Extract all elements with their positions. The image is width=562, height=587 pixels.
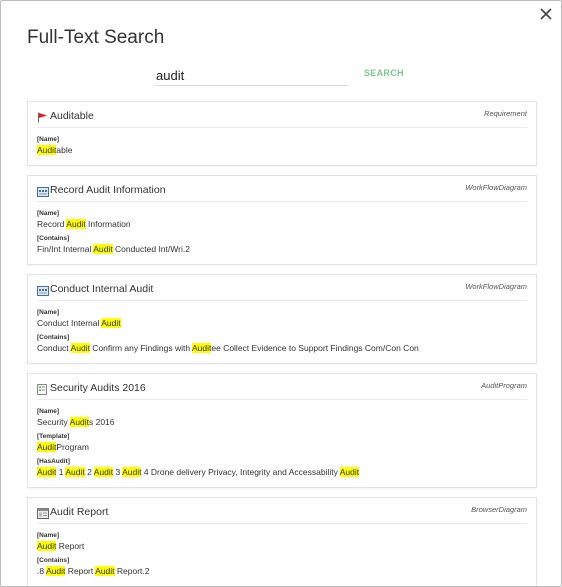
- match-highlight: Audit: [45, 566, 66, 576]
- field-label: [Template]: [37, 433, 70, 440]
- field-value: Conduct Audit Confirm any Findings with …: [37, 342, 527, 354]
- field-text: Conducted Int/Wri.2: [112, 244, 190, 254]
- results-list: Auditable Requirement [Name] Auditable Recor…: [27, 101, 537, 586]
- field-text: Report.2: [114, 566, 150, 576]
- flag-icon: [37, 110, 48, 123]
- result-card-body: [Name] Audit Report [Contains] .8 Audit Rep…: [28, 524, 536, 586]
- field-value: Record Audit Information: [37, 218, 527, 230]
- field-label: [Name]: [37, 309, 60, 316]
- result-title[interactable]: Security Audits 2016: [50, 382, 146, 394]
- match-highlight: Audit: [191, 343, 212, 353]
- match-highlight: Audit: [95, 566, 115, 576]
- result-card[interactable]: Audit Report BrowserDiagram [Name] Audit Re…: [27, 497, 537, 586]
- result-card[interactable]: Record Audit Information WorkFlowDiagram […: [27, 175, 537, 265]
- field-value: AuditProgram: [37, 441, 527, 453]
- match-highlight: Audit: [65, 467, 85, 477]
- result-card-header: Conduct Internal Audit WorkFlowDiagram: [37, 275, 527, 301]
- match-highlight: Audit: [122, 467, 142, 477]
- match-highlight: Audit: [101, 318, 121, 328]
- field-value: Fin/Int Internal Audit Conducted Int/Wri…: [37, 243, 527, 255]
- match-highlight: Audit: [37, 442, 57, 452]
- match-highlight: Audit: [339, 467, 360, 477]
- match-highlight: Audit: [70, 343, 90, 353]
- result-title[interactable]: Audit Report: [50, 506, 108, 518]
- field-label: [Name]: [37, 210, 60, 217]
- field-value: .8 Audit Report Audit Report.2: [37, 565, 527, 577]
- field-label: [Name]: [37, 408, 60, 415]
- result-card-body: [Name] Security Audits 2016 [Template] Audi…: [28, 400, 536, 487]
- field-text: Conduct: [37, 343, 71, 353]
- dialog-title: Full-Text Search: [27, 27, 165, 48]
- match-highlight: Audit: [69, 417, 89, 427]
- result-card-header: Auditable Requirement: [37, 102, 527, 128]
- result-card[interactable]: Auditable Requirement [Name] Auditable: [27, 101, 537, 166]
- field-text: Fin/Int Internal: [37, 244, 94, 254]
- result-card[interactable]: Security Audits 2016 AuditProgram [Name] Se…: [27, 373, 537, 488]
- field-label: [HasAudit]: [37, 458, 70, 465]
- audit-program-icon: [37, 382, 48, 395]
- result-card-body: [Name] Conduct Internal Audit [Contains] Co…: [28, 301, 536, 363]
- result-card-body: [Name] Auditable: [28, 128, 536, 165]
- field-value: Audit Report: [37, 540, 527, 552]
- browser-diagram-icon: [37, 506, 49, 519]
- field-text: s 2016: [88, 417, 115, 427]
- result-card-header: Record Audit Information WorkFlowDiagram: [37, 176, 527, 202]
- field-text: Confirm any Findings with: [89, 343, 192, 353]
- result-type: AuditProgram: [481, 381, 527, 390]
- field-text: Report: [65, 566, 96, 576]
- match-highlight: Audit: [93, 467, 114, 477]
- field-text: Report: [56, 541, 85, 551]
- field-text: ee Collect Evidence to Support Findings …: [211, 343, 419, 353]
- field-label: [Contains]: [37, 557, 70, 564]
- field-label: [Name]: [37, 136, 60, 143]
- result-type: WorkFlowDiagram: [465, 282, 527, 291]
- field-value: Auditable: [37, 144, 527, 156]
- field-text: Security: [37, 417, 70, 427]
- search-button[interactable]: SEARCH: [364, 68, 404, 78]
- search-bar: SEARCH: [154, 65, 414, 87]
- workflow-diagram-icon: [37, 184, 49, 197]
- match-highlight: Audit: [66, 219, 86, 229]
- result-title[interactable]: Conduct Internal Audit: [50, 283, 153, 295]
- field-text: Conduct Internal: [37, 318, 102, 328]
- field-label: [Contains]: [37, 235, 70, 242]
- field-text: 1: [56, 467, 66, 477]
- result-card-body: [Name] Record Audit Information [Contains]…: [28, 202, 536, 264]
- result-card-header: Security Audits 2016 AuditProgram: [37, 374, 527, 400]
- result-type: BrowserDiagram: [471, 505, 527, 514]
- field-value: Conduct Internal Audit: [37, 317, 527, 329]
- result-type: Requirement: [484, 109, 527, 118]
- field-text: Program: [56, 442, 89, 452]
- search-input[interactable]: [154, 65, 348, 86]
- field-text: 4 Drone delivery Privacy, Integrity and …: [141, 467, 340, 477]
- result-type: WorkFlowDiagram: [465, 183, 527, 192]
- result-card-header: Audit Report BrowserDiagram: [37, 498, 527, 524]
- field-value: Security Audits 2016: [37, 416, 527, 428]
- match-highlight: Audit: [93, 244, 113, 254]
- field-text: 2: [84, 467, 94, 477]
- close-icon: [540, 8, 552, 20]
- field-text: Information: [85, 219, 131, 229]
- field-text: Record: [37, 219, 67, 229]
- field-label: [Name]: [37, 532, 60, 539]
- match-highlight: Audit: [37, 541, 57, 551]
- field-label: [Contains]: [37, 334, 70, 341]
- close-button[interactable]: [535, 3, 557, 25]
- field-text: able: [56, 145, 73, 155]
- search-dialog: Full-Text Search SEARCH AuditableRequire…: [0, 0, 562, 587]
- result-card[interactable]: Conduct Internal Audit WorkFlowDiagram [Na…: [27, 274, 537, 364]
- field-text: .8: [37, 566, 46, 576]
- workflow-diagram-icon: [37, 283, 49, 296]
- result-title[interactable]: Record Audit Information: [50, 184, 166, 196]
- match-highlight: Audit: [37, 467, 57, 477]
- match-highlight: Audit: [37, 145, 57, 155]
- field-text: 3: [113, 467, 123, 477]
- result-title[interactable]: Auditable: [50, 110, 94, 122]
- field-value: Audit 1 Audit 2 Audit 3 Audit 4 Drone de…: [37, 466, 527, 478]
